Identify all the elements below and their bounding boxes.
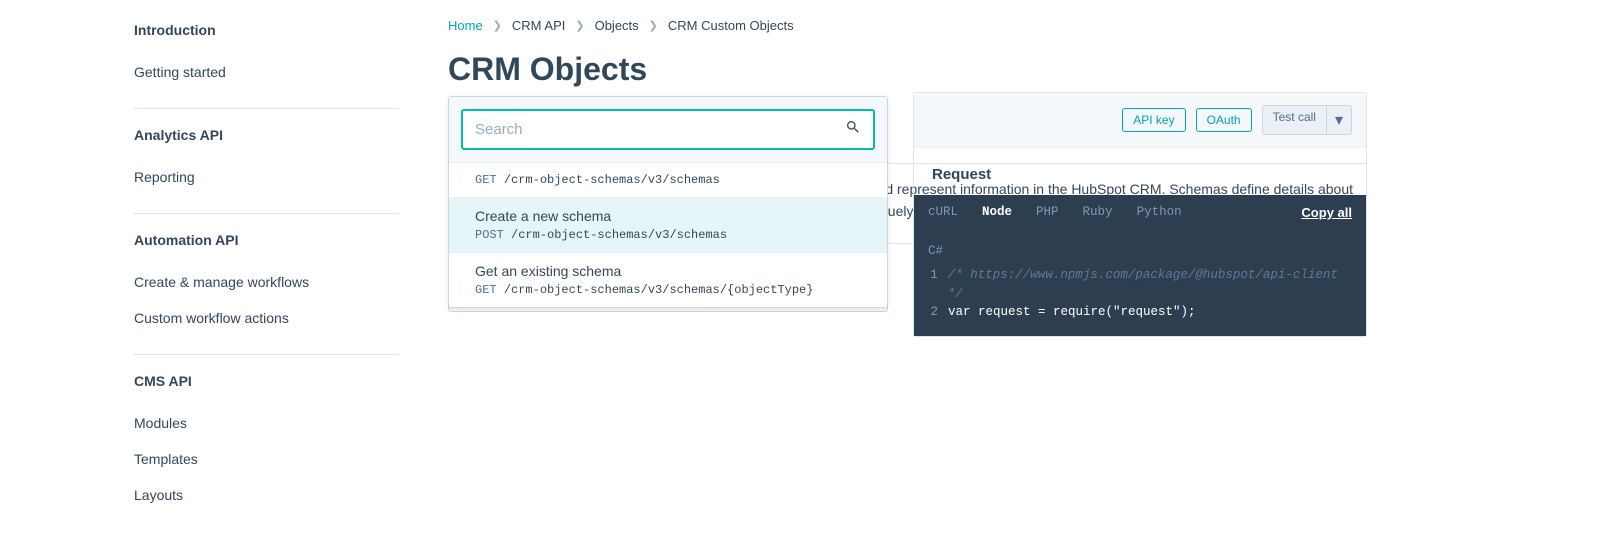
sidebar-heading-introduction: Introduction	[134, 22, 399, 38]
sidebar-item-templates[interactable]: Templates	[134, 441, 399, 477]
sidebar-item-reporting[interactable]: Reporting	[134, 159, 399, 195]
sidebar-item-custom-actions[interactable]: Custom workflow actions	[134, 300, 399, 336]
endpoint-item[interactable]: Get an existing schema GET /crm-object-s…	[449, 252, 887, 307]
code-tab-python[interactable]: Python	[1137, 205, 1182, 219]
sidebar-heading-cms: CMS API	[134, 373, 399, 389]
auth-chip-api-key[interactable]: API key	[1122, 108, 1185, 132]
code-tab-ruby[interactable]: Ruby	[1083, 205, 1113, 219]
code-tab-php[interactable]: PHP	[1036, 205, 1059, 219]
sidebar: Introduction Getting started Analytics A…	[0, 0, 400, 549]
auth-chip-oauth[interactable]: OAuth	[1196, 108, 1252, 132]
main-content: Home ❯ CRM API ❯ Objects ❯ CRM Custom Ob…	[400, 0, 1597, 549]
breadcrumb-crm-api[interactable]: CRM API	[512, 18, 565, 33]
sidebar-heading-automation: Automation API	[134, 232, 399, 248]
endpoint-item[interactable]: GET /crm-object-schemas/v3/schemas	[449, 162, 887, 197]
test-call-caret[interactable]: ▾	[1327, 105, 1352, 135]
code-panel: API key OAuth Test call ▾ Request cURL N…	[913, 92, 1367, 337]
breadcrumb-current: CRM Custom Objects	[668, 18, 794, 33]
endpoint-item[interactable]: Create a new schema POST /crm-object-sch…	[449, 197, 887, 252]
search-box[interactable]	[461, 109, 875, 150]
request-heading: Request	[914, 148, 1366, 195]
code-tab-csharp[interactable]: C#	[928, 244, 1352, 258]
sidebar-item-layouts[interactable]: Layouts	[134, 477, 399, 513]
sidebar-item-workflows[interactable]: Create & manage workflows	[134, 264, 399, 300]
sidebar-item-getting-started[interactable]: Getting started	[134, 54, 399, 90]
code-block: cURL Node PHP Ruby Python Copy all C# 1/…	[914, 195, 1366, 336]
search-icon	[845, 119, 861, 140]
sidebar-heading-analytics: Analytics API	[134, 127, 399, 143]
breadcrumb-objects[interactable]: Objects	[595, 18, 639, 33]
code-tab-node[interactable]: Node	[982, 205, 1012, 219]
sidebar-item-modules[interactable]: Modules	[134, 405, 399, 441]
chevron-right-icon: ❯	[575, 19, 584, 32]
code-tab-curl[interactable]: cURL	[928, 205, 958, 219]
test-call-button[interactable]: Test call	[1262, 105, 1327, 135]
breadcrumb: Home ❯ CRM API ❯ Objects ❯ CRM Custom Ob…	[448, 18, 1367, 33]
copy-all-button[interactable]: Copy all	[1301, 205, 1352, 220]
page-title: CRM Objects	[448, 51, 1367, 88]
endpoints-dropdown-panel: GET /crm-object-schemas/v3/schemas Creat…	[448, 96, 888, 308]
chevron-right-icon: ❯	[493, 19, 502, 32]
search-input[interactable]	[475, 121, 845, 138]
breadcrumb-home[interactable]: Home	[448, 18, 483, 33]
chevron-right-icon: ❯	[649, 19, 658, 32]
